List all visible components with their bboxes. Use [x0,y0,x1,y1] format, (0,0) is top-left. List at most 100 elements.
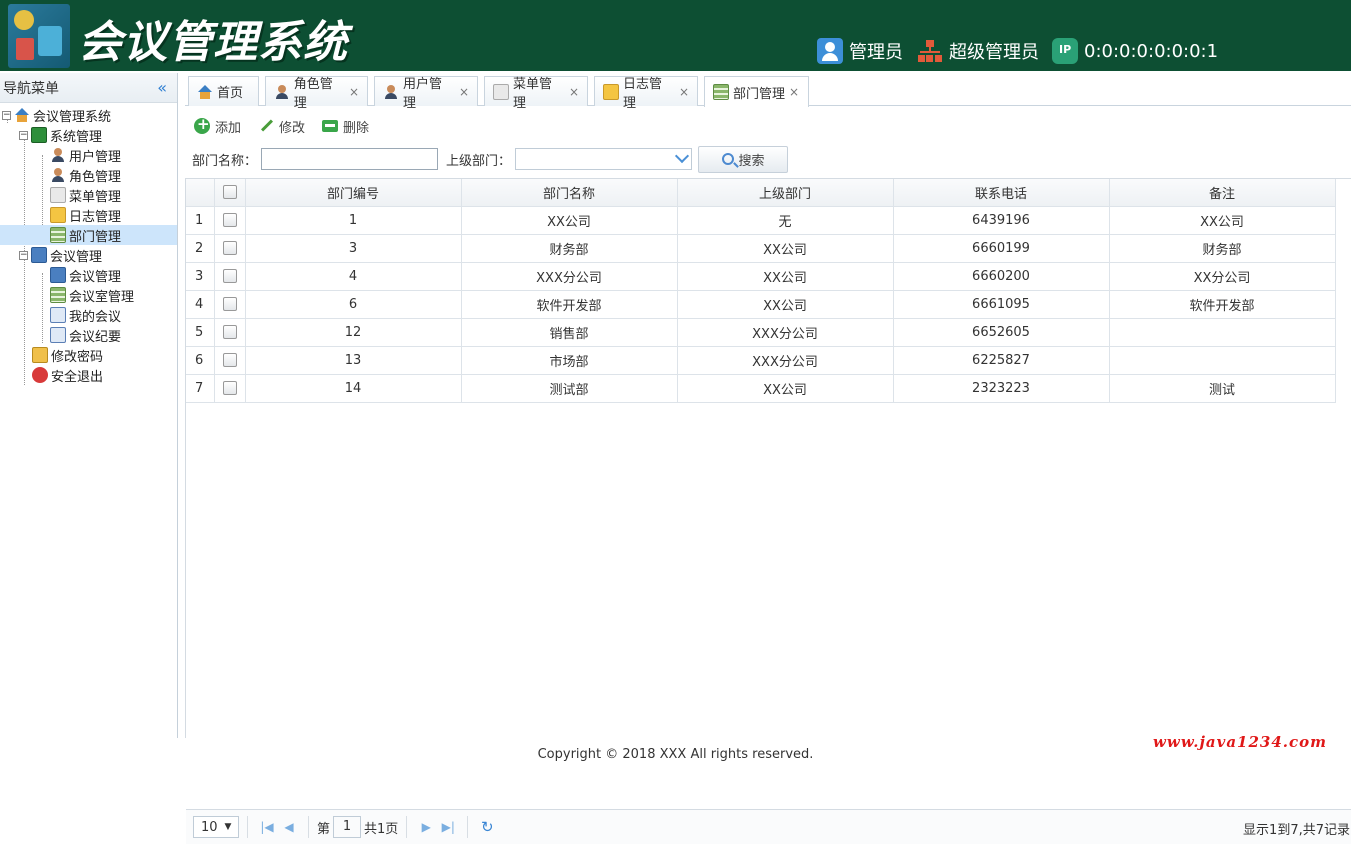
page-info: 显示1到7,共7记录 [1243,823,1350,838]
tree-item-minutes[interactable]: 会议纪要 [0,325,177,345]
table-row[interactable]: 1 1 XX公司无 6439196 XX公司 [186,206,1336,235]
tree-root[interactable]: − 会议管理系统 [0,105,177,125]
close-icon[interactable]: × [349,85,359,99]
page-total: 共1页 [364,821,399,837]
table-cell: 12 [245,318,462,347]
table-cell: 2323223 [893,374,1110,403]
tree-item-logout[interactable]: 安全退出 [0,365,177,385]
select-all-checkbox[interactable] [222,185,237,200]
table-cell: 财务部 [461,234,678,263]
search-icon [721,153,734,165]
tree-group-system[interactable]: − 系统管理 [0,125,177,145]
column-header[interactable]: 部门名称 [461,179,678,207]
row-checkbox[interactable] [222,381,237,395]
row-number: 1 [186,206,215,235]
menu-icon [50,187,66,203]
divider [247,816,248,838]
tab-menu-mgmt[interactable]: 菜单管理 × [484,76,588,111]
row-checkbox[interactable] [222,269,237,283]
row-checkbox[interactable] [222,297,237,311]
row-checkbox[interactable] [222,353,237,367]
tab-dept-mgmt[interactable]: 部门管理 × [704,76,809,107]
home-icon [197,84,213,100]
close-icon[interactable]: × [679,85,689,99]
tree-item-user-mgmt[interactable]: 用户管理 [0,145,177,165]
row-number: 7 [186,374,215,403]
refresh-icon[interactable]: ↻ [476,816,498,838]
tree-item-room-mgmt[interactable]: 会议室管理 [0,285,177,305]
divider [308,816,309,838]
dept-name-input[interactable] [261,148,439,170]
table-row[interactable]: 4 6 软件开发部 XX公司 6661095 软件开发部 [186,290,1336,319]
page-size-select[interactable]: 10 ▼ [193,816,239,838]
footer-copyright: Copyright © 2018 XXX All rights reserved… [537,747,814,762]
collapse-toggle-icon[interactable]: − [19,130,28,140]
tab-user-mgmt[interactable]: 用户管理 × [374,76,478,111]
meeting-icon [50,267,66,283]
tree-group-meeting[interactable]: − 会议管理 [0,245,177,265]
table-cell: 无 [677,206,894,235]
toolbar: 添加 修改 删除 [185,113,377,139]
edit-button[interactable]: 修改 [258,117,305,136]
user-icon [50,147,66,163]
row-checkbox-cell [214,290,246,319]
add-button[interactable]: 添加 [194,115,241,136]
search-button[interactable]: 搜索 [698,145,789,173]
table-row[interactable]: 2 3 财务部 XX公司 6660199 财务部 [186,234,1336,263]
folder-icon [603,83,619,100]
page-prefix: 第 [317,821,331,837]
tab-log-mgmt[interactable]: 日志管理 × [594,76,698,111]
menu-icon [493,83,509,100]
page-number-input[interactable]: 1 [333,816,362,838]
tree-item-meeting-mgmt[interactable]: 会议管理 [0,265,177,285]
tab-role-mgmt[interactable]: 角色管理 × [265,76,368,111]
table-cell: XXX分公司 [677,318,894,347]
table-cell: XX公司 [677,262,894,291]
close-icon[interactable]: × [789,85,799,99]
row-number: 2 [186,234,215,263]
column-header[interactable]: 备注 [1109,179,1336,207]
table-cell: XXX分公司 [461,262,678,291]
logout-icon [32,367,48,383]
table-row[interactable]: 7 14 测试部 XX公司 2323223 测试 [186,374,1336,403]
table-cell: 销售部 [461,318,678,347]
tree-item-role-mgmt[interactable]: 角色管理 [0,165,177,185]
divider [406,816,408,838]
tree-item-menu-mgmt[interactable]: 菜单管理 [0,185,177,205]
tab-home[interactable]: 首页 [188,76,259,106]
double-chevron-left-icon[interactable]: « [157,78,167,97]
row-checkbox[interactable] [222,241,237,255]
row-number: 3 [186,262,215,291]
table-row[interactable]: 5 12 销售部 XXX分公司 6652605 [186,318,1336,347]
row-checkbox[interactable] [222,325,237,339]
table-row[interactable]: 3 4 XXX分公司 XX公司 6660200 XX分公司 [186,262,1336,291]
collapse-toggle-icon[interactable]: − [19,250,28,260]
row-checkbox-cell [214,206,246,235]
parent-dept-select[interactable] [515,148,693,170]
nav-tree: − 会议管理系统 − 系统管理 用户管理 角色管理 菜单管理 日志管理 部门管理 [0,103,177,385]
table-cell: 6225827 [893,346,1110,375]
table-cell: 13 [245,346,462,375]
delete-button[interactable]: 删除 [322,117,369,136]
row-checkbox-cell [214,262,246,291]
table-row[interactable]: 6 13 市场部 XXX分公司 6225827 [186,346,1336,375]
close-icon[interactable]: × [459,85,469,99]
tree-item-my-meetings[interactable]: 我的会议 [0,305,177,325]
next-page-icon[interactable]: ▶ [415,816,437,838]
chevron-down-icon[interactable] [674,148,690,164]
last-page-icon[interactable]: ▶| [437,816,459,838]
tree-item-change-password[interactable]: 修改密码 [0,345,177,365]
first-page-icon[interactable]: |◀ [256,816,278,838]
tree-item-log-mgmt[interactable]: 日志管理 [0,205,177,225]
collapse-toggle-icon[interactable]: − [2,110,11,120]
table-cell: 4 [245,262,462,291]
prev-page-icon[interactable]: ◀ [278,816,300,838]
dept-name-label: 部门名称： [192,153,258,169]
column-header[interactable]: 部门编号 [245,179,462,207]
row-checkbox[interactable] [222,213,237,227]
role-icon [274,84,290,100]
close-icon[interactable]: × [569,85,579,99]
column-header[interactable]: 联系电话 [893,179,1110,207]
column-header[interactable]: 上级部门 [677,179,894,207]
tree-item-dept-mgmt[interactable]: 部门管理 [0,225,177,245]
